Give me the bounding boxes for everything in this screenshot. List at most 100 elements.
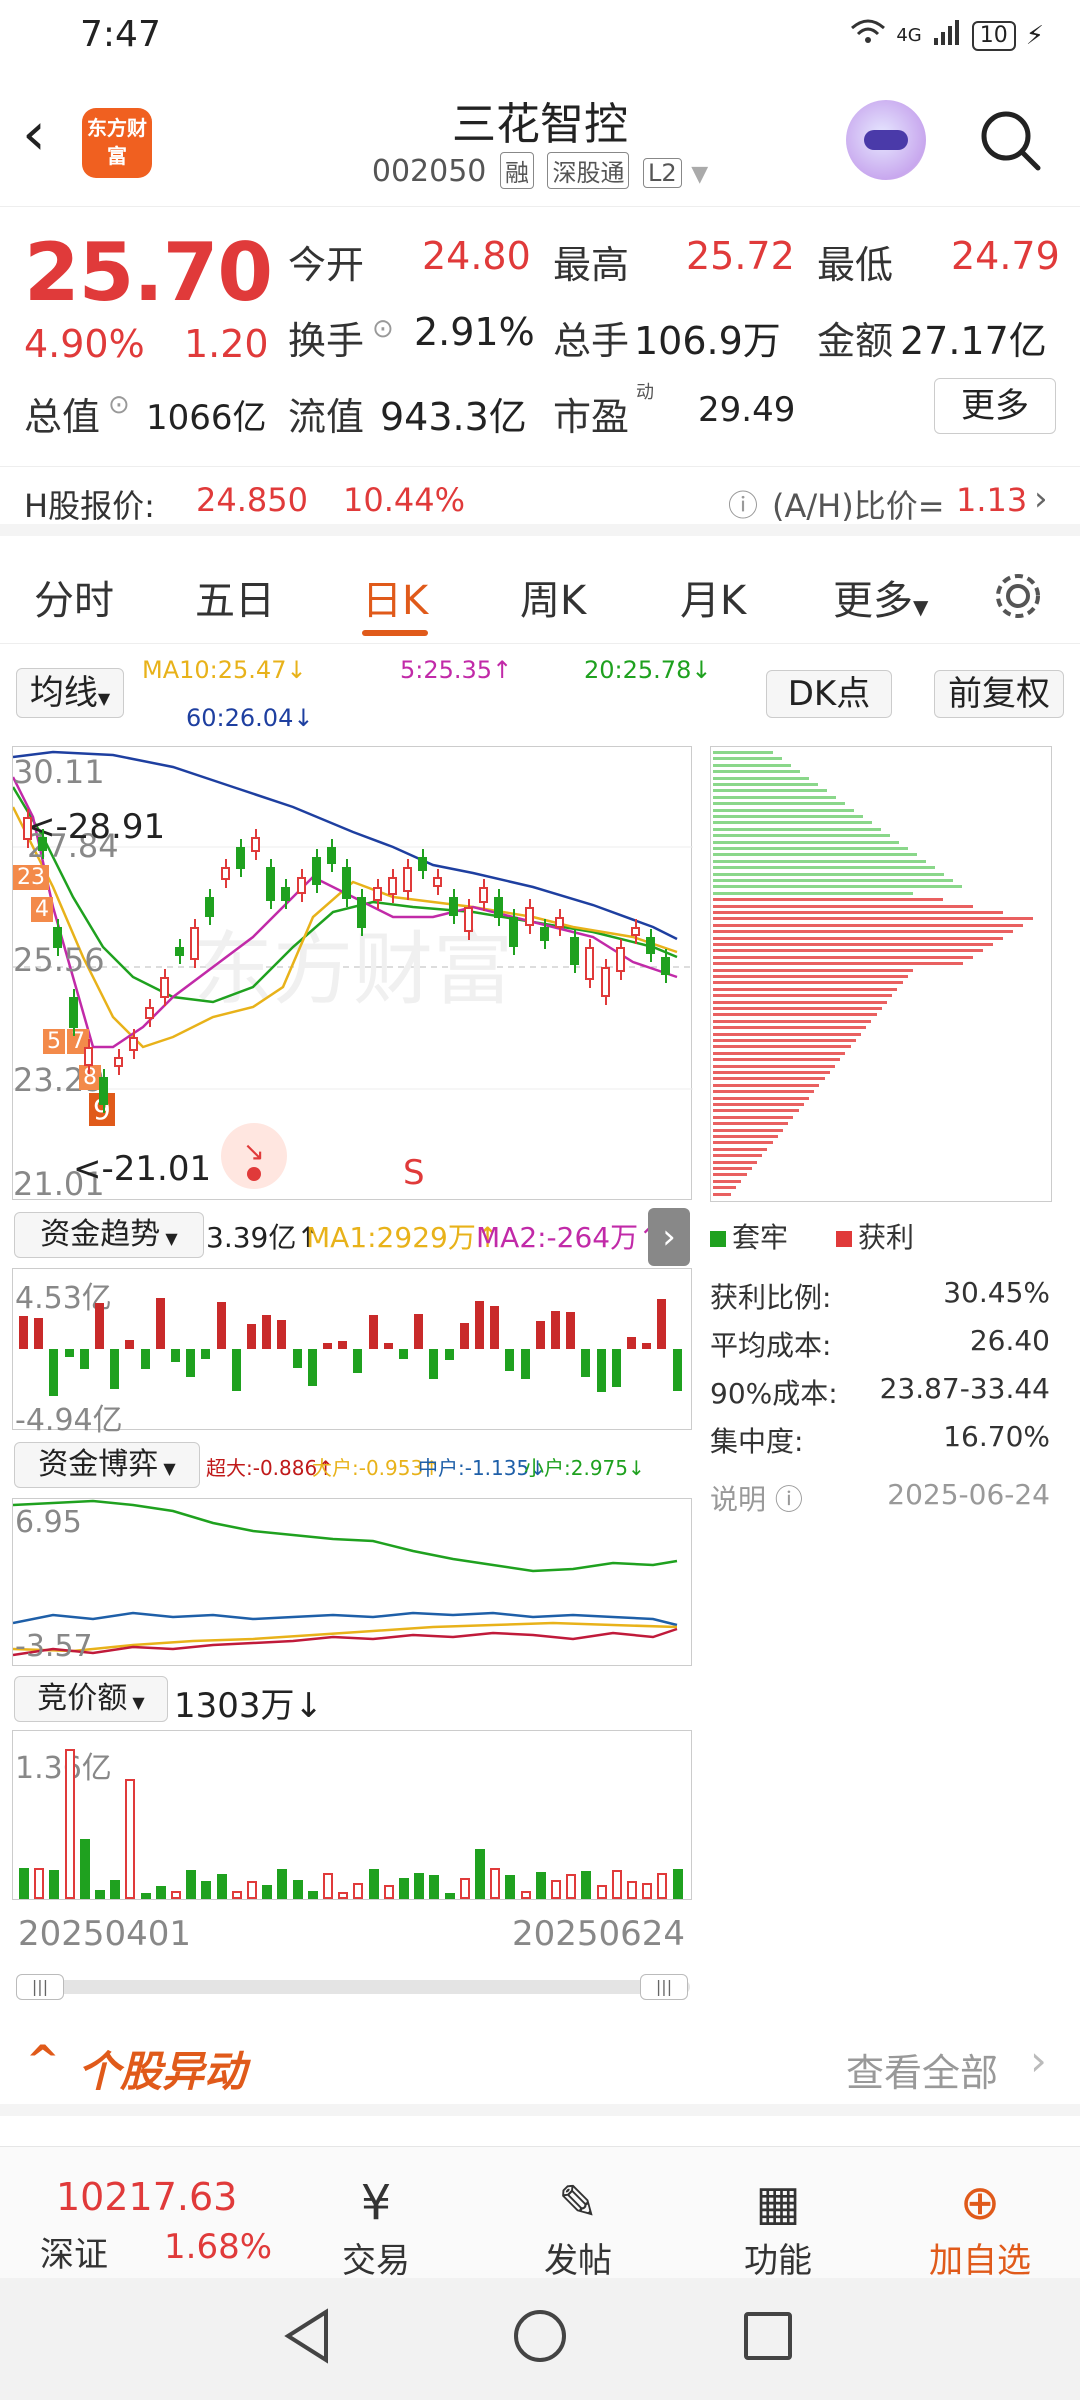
fund-trend-label: 资金趋势 [40,1217,161,1252]
range-handle-right[interactable]: ||| [640,1974,688,2000]
chip-bar [713,1109,799,1113]
chip-bar [713,911,1003,914]
fund-bar [505,1349,515,1371]
candle [463,907,473,932]
auction-bar [79,1839,90,1899]
info-icon[interactable]: ⊙ [372,314,394,344]
ah-value: 1.13 [956,481,1028,519]
candle [327,847,336,865]
change-pct: 4.90% [24,322,145,366]
auction-bar [155,1885,166,1899]
range-slider-track[interactable] [16,1980,690,1994]
float-value: 943.3亿 [380,395,527,439]
tab-more[interactable]: 更多▼ [833,568,928,626]
fund-bar [171,1349,180,1362]
chip-bar [713,1071,830,1074]
chip-distribution[interactable] [710,746,1052,1202]
chip-bar [713,879,953,882]
fund-bar [414,1313,424,1349]
nav-post[interactable]: ✎ 发帖 [508,2173,648,2282]
recents-square-icon[interactable] [744,2312,792,2360]
chip-bar [713,994,893,998]
h-share-price: 24.850 [196,481,308,519]
index-value[interactable]: 10217.63 [56,2175,237,2219]
high-value: 25.72 [686,234,795,278]
fund-trend-select[interactable]: 资金趋势 ▼ [14,1212,204,1258]
chevron-right-icon: › [1034,479,1048,519]
system-nav [0,2278,1080,2400]
home-circle-icon[interactable] [514,2310,566,2362]
auction-bar [323,1873,333,1899]
tab-five-day[interactable]: 五日 [195,568,275,626]
nav-add-label: 加自选 [929,2241,1031,2281]
candle [600,967,610,998]
dropdown-icon[interactable]: ▼ [691,162,708,187]
auction-bar [110,1879,121,1899]
fund-bar [338,1340,348,1349]
info-icon[interactable]: ⊙ [108,390,130,420]
abnormal-section[interactable]: ^ 个股异动 查看全部 › [0,2020,1080,2116]
chip-bar [713,987,898,991]
triangle-down-icon: ▼ [97,689,111,708]
fund-game-chart[interactable]: 6.95 -3.57 [12,1498,692,1666]
chip-bar [713,930,1013,934]
back-triangle-icon[interactable] [282,2308,332,2368]
chip-bar [713,872,944,876]
range-handle-left[interactable]: ||| [16,1974,64,2000]
h-share-row[interactable]: H股报价: 24.850 10.44% ⓘ (A/H)比价= 1.13 › [0,466,1080,536]
ma-select[interactable]: 均线▼ [16,668,124,718]
high-label: 最高 [553,243,630,287]
nav-post-label: 发帖 [544,2241,612,2281]
candle [38,837,48,852]
tab-daily-k[interactable]: 日K [362,568,428,626]
nav-functions-label: 功能 [744,2241,812,2281]
search-icon[interactable] [978,108,1042,172]
chevron-right-icon[interactable]: › [648,1208,690,1266]
tab-intraday[interactable]: 分时 [34,568,114,626]
candle [615,947,625,972]
auction-select[interactable]: 竞价额 ▼ [14,1676,168,1722]
tab-monthly-k[interactable]: 月K [680,568,746,626]
auction-bar [642,1882,653,1899]
auction-bar [201,1880,212,1899]
index-pct[interactable]: 1.68% [164,2227,272,2267]
auction-bar [140,1892,151,1899]
tab-weekly-k[interactable]: 周K [520,568,586,626]
view-all-link[interactable]: 查看全部 [846,2042,998,2097]
chip-stat-label: 获利比例: [710,1281,832,1314]
fund-game-select[interactable]: 资金博弈 ▼ [14,1442,200,1488]
auction-bar [231,1891,242,1899]
index-name[interactable]: 深证 [40,2227,108,2276]
more-button[interactable]: 更多 [934,378,1056,434]
chip-bar [713,840,899,844]
kline-chart[interactable]: 东方财富 30.11 27.84 25.56 23.29 21.01 <-28.… [12,746,693,1203]
chip-bar [713,1019,872,1023]
chip-bar [713,763,791,767]
auction-bar [657,1873,668,1899]
auction-chart[interactable]: 1.36亿 [12,1730,692,1900]
fund-bar [262,1314,272,1349]
fund-bar [520,1349,530,1379]
fund-bar [657,1299,667,1349]
auction-bar [672,1869,683,1899]
mktcap-label: 总值 [24,395,101,439]
nav-trade[interactable]: ¥ 交易 [306,2173,446,2282]
triangle-down-icon: ▼ [158,1459,176,1478]
low-value: 24.79 [951,234,1060,278]
help-icon[interactable]: ⓘ [728,481,758,525]
adjust-button[interactable]: 前复权 [934,670,1064,718]
expand-icon[interactable]: ↘ [221,1123,287,1189]
dk-point-button[interactable]: DK点 [766,670,892,718]
candle [403,867,412,892]
fund-bar [155,1298,165,1349]
nav-add-watchlist[interactable]: ⊕ 加自选 [910,2173,1050,2282]
assistant-avatar[interactable] [846,100,926,180]
grid-icon: ▦ [755,2175,801,2231]
fund-trend-chart[interactable]: 4.53亿 -4.94亿 [12,1268,692,1438]
chip-bar [713,968,913,972]
chip-bar [713,955,973,959]
fund-ma2: MA2:-264万↑ [476,1221,662,1254]
nav-functions[interactable]: ▦ 功能 [708,2173,848,2282]
settings-gear-icon[interactable] [990,568,1046,628]
chip-explain-link[interactable]: 说明 ⓘ [710,1478,803,1518]
